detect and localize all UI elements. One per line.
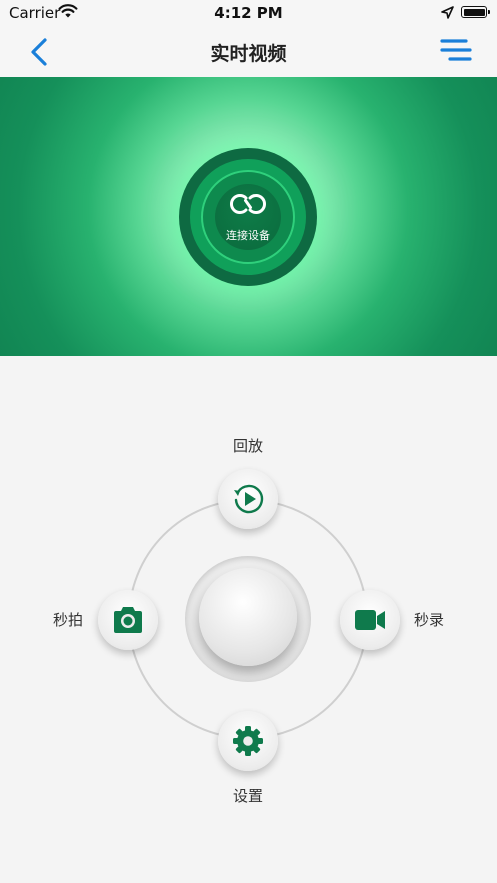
video-camera-icon bbox=[355, 610, 385, 630]
replay-icon bbox=[234, 484, 264, 514]
settings-button[interactable] bbox=[218, 711, 278, 771]
menu-button[interactable] bbox=[436, 37, 472, 65]
clock: 4:12 PM bbox=[214, 4, 283, 22]
video-view: 连接设备 bbox=[0, 77, 497, 356]
joystick-base bbox=[185, 556, 311, 682]
nav-bar: 实时视频 bbox=[0, 26, 497, 78]
joystick-button[interactable] bbox=[199, 568, 297, 666]
playback-button[interactable] bbox=[218, 469, 278, 529]
control-panel: 回放 秒拍 秒录 设置 bbox=[0, 356, 497, 883]
playback-label: 回放 bbox=[233, 437, 264, 455]
location-arrow-icon bbox=[441, 5, 454, 23]
record-button[interactable] bbox=[340, 590, 400, 650]
link-icon bbox=[230, 194, 266, 214]
record-label: 秒录 bbox=[414, 611, 445, 629]
battery-icon bbox=[461, 6, 490, 18]
snapshot-button[interactable] bbox=[98, 590, 158, 650]
connect-device-button[interactable]: 连接设备 bbox=[179, 148, 317, 286]
page-title: 实时视频 bbox=[210, 43, 287, 65]
gear-icon bbox=[233, 726, 263, 756]
menu-icon bbox=[440, 39, 472, 61]
snapshot-label: 秒拍 bbox=[53, 611, 84, 629]
settings-label: 设置 bbox=[233, 787, 264, 805]
status-bar: Carrier 4:12 PM bbox=[0, 0, 497, 26]
camera-icon bbox=[114, 607, 142, 633]
connect-device-label: 连接设备 bbox=[226, 229, 270, 242]
